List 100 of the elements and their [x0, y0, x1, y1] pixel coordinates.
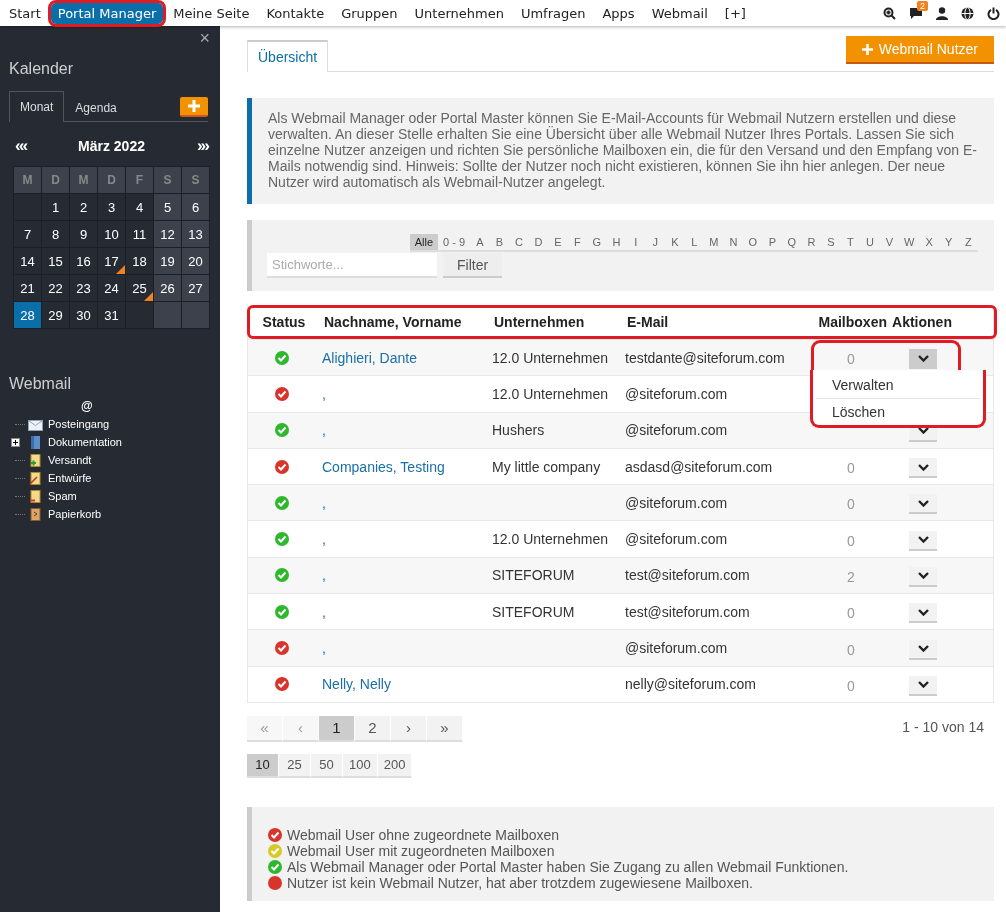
- column-header: Status: [261, 314, 307, 330]
- calendar-day[interactable]: 30: [70, 302, 97, 328]
- nav-link[interactable]: Umfragen: [513, 2, 593, 24]
- calendar-day[interactable]: 3: [98, 194, 125, 220]
- nav-link[interactable]: Webmail: [644, 2, 715, 24]
- letter-filter[interactable]: Alle: [409, 234, 439, 252]
- user-name-link[interactable]: ,: [322, 640, 326, 656]
- table-cell: test@siteforum.com: [625, 567, 750, 584]
- user-name-link[interactable]: ,: [322, 603, 326, 620]
- nav-link[interactable]: Unternehmen: [407, 2, 511, 24]
- section-title: Webmail: [9, 375, 72, 393]
- calendar-day[interactable]: 24: [98, 275, 125, 301]
- page-button[interactable]: 1: [319, 715, 355, 742]
- calendar-day[interactable]: 1: [42, 194, 69, 220]
- calendar-day[interactable]: 4: [126, 194, 153, 220]
- user-name-link[interactable]: Alighieri, Dante: [322, 349, 417, 366]
- menu-item[interactable]: Verwalten: [816, 372, 980, 398]
- calendar-day[interactable]: 14: [14, 248, 41, 274]
- section-title: Kalender: [9, 60, 75, 78]
- weekday-header: F: [126, 167, 153, 193]
- calendar-day[interactable]: 6: [182, 194, 209, 220]
- calendar-day[interactable]: 9: [70, 221, 97, 247]
- table-cell: nelly@siteforum.com: [625, 676, 756, 693]
- column-header: Unternehmen: [494, 314, 586, 330]
- table-cell: testdante@siteforum.com: [625, 349, 785, 366]
- calendar-day[interactable]: 31: [98, 302, 125, 328]
- calendar-day[interactable]: 15: [42, 248, 69, 274]
- calendar-day[interactable]: 16: [70, 248, 97, 274]
- nav-link[interactable]: [+]: [717, 2, 753, 24]
- page-size-button[interactable]: 25: [279, 753, 311, 778]
- overview-tab[interactable]: Übersicht: [247, 40, 329, 72]
- calendar-day[interactable]: 2: [70, 194, 97, 220]
- nav-link[interactable]: Start: [2, 2, 48, 24]
- calendar-day[interactable]: 29: [42, 302, 69, 328]
- calendar-day[interactable]: 10: [98, 221, 125, 247]
- table-cell: @siteforum.com: [625, 640, 728, 656]
- user-name-link[interactable]: ,: [322, 531, 326, 548]
- user-name-link[interactable]: ,: [322, 494, 326, 511]
- table-cell: @siteforum.com: [625, 531, 728, 548]
- table-cell: test@siteforum.com: [625, 603, 750, 620]
- folder-label[interactable]: Entwürfe: [48, 472, 92, 484]
- table-cell: 0: [847, 605, 855, 622]
- folder-label[interactable]: Papierkorb: [48, 508, 102, 520]
- calendar-day[interactable]: 12: [154, 221, 181, 247]
- weekday-header: D: [42, 167, 69, 193]
- page-size-button[interactable]: 200: [377, 753, 413, 778]
- calendar-day[interactable]: 21: [14, 275, 41, 301]
- close-button[interactable]: ×: [199, 28, 210, 49]
- nav-link[interactable]: Portal Manager: [50, 2, 164, 24]
- column-header: Nachname, Vorname: [323, 314, 463, 330]
- calendar-day[interactable]: 8: [42, 221, 69, 247]
- calendar-day[interactable]: 7: [14, 221, 41, 247]
- table-cell: My little company: [492, 458, 601, 475]
- user-name-link[interactable]: ,: [322, 422, 326, 439]
- calendar-day[interactable]: 25: [126, 275, 153, 301]
- folder-label[interactable]: Posteingang: [48, 418, 110, 430]
- calendar-day[interactable]: 17: [98, 248, 125, 274]
- legend-text: Webmail User ohne zugeordnete Mailboxen: [287, 826, 560, 843]
- calendar-day[interactable]: 20: [182, 248, 209, 274]
- calendar-tab[interactable]: Monat: [9, 91, 65, 122]
- folder-label[interactable]: Dokumentation: [48, 436, 122, 448]
- next-month-button[interactable]: ›»: [196, 136, 208, 156]
- user-name-link[interactable]: ,: [322, 385, 326, 402]
- tree-root[interactable]: @: [81, 399, 208, 413]
- filter-button[interactable]: Filter: [443, 253, 503, 278]
- nav-link[interactable]: Kontakte: [259, 2, 332, 24]
- menu-item[interactable]: Löschen: [816, 398, 980, 425]
- legend-text: Als Webmail Manager oder Portal Master haben Sie Zugang zu allen Webmail Funktionen.: [287, 858, 849, 875]
- page-button[interactable]: 2: [355, 715, 391, 742]
- page-button[interactable]: »: [427, 715, 463, 742]
- calendar-tab[interactable]: Agenda: [64, 94, 128, 121]
- table-cell: SITEFORUM: [492, 603, 575, 620]
- calendar-day[interactable]: 18: [126, 248, 153, 274]
- folder-label[interactable]: Spam: [48, 490, 77, 502]
- user-name-link[interactable]: Nelly, Nelly: [322, 676, 391, 693]
- folder-label[interactable]: Versandt: [48, 454, 92, 466]
- calendar-day[interactable]: 22: [42, 275, 69, 301]
- page-size-button[interactable]: 100: [343, 753, 378, 778]
- table-cell: 2: [847, 568, 855, 585]
- user-name-link[interactable]: Companies, Testing: [322, 458, 445, 475]
- nav-link[interactable]: Meine Seite: [166, 2, 257, 24]
- month-title: März 2022: [78, 138, 145, 154]
- calendar-day[interactable]: 27: [182, 275, 209, 301]
- nav-link[interactable]: Apps: [595, 2, 642, 24]
- calendar-day[interactable]: 11: [126, 221, 153, 247]
- calendar-day[interactable]: 13: [182, 221, 209, 247]
- calendar-day[interactable]: 23: [70, 275, 97, 301]
- page-button[interactable]: ›: [391, 715, 427, 742]
- nav-link[interactable]: Gruppen: [334, 2, 405, 24]
- page-size-button[interactable]: 50: [311, 753, 343, 778]
- keyword-field[interactable]: Stichworte...: [267, 253, 437, 278]
- calendar-day[interactable]: 28: [14, 302, 41, 328]
- previous-month-button[interactable]: «‹: [15, 136, 27, 156]
- calendar-day[interactable]: 19: [154, 248, 181, 274]
- calendar-day[interactable]: 26: [154, 275, 181, 301]
- table-cell: 0: [847, 677, 855, 694]
- user-name-link[interactable]: ,: [322, 567, 326, 584]
- weekday-header: S: [154, 167, 181, 193]
- calendar-day[interactable]: 5: [154, 194, 181, 220]
- page-size-button[interactable]: 10: [247, 753, 279, 778]
